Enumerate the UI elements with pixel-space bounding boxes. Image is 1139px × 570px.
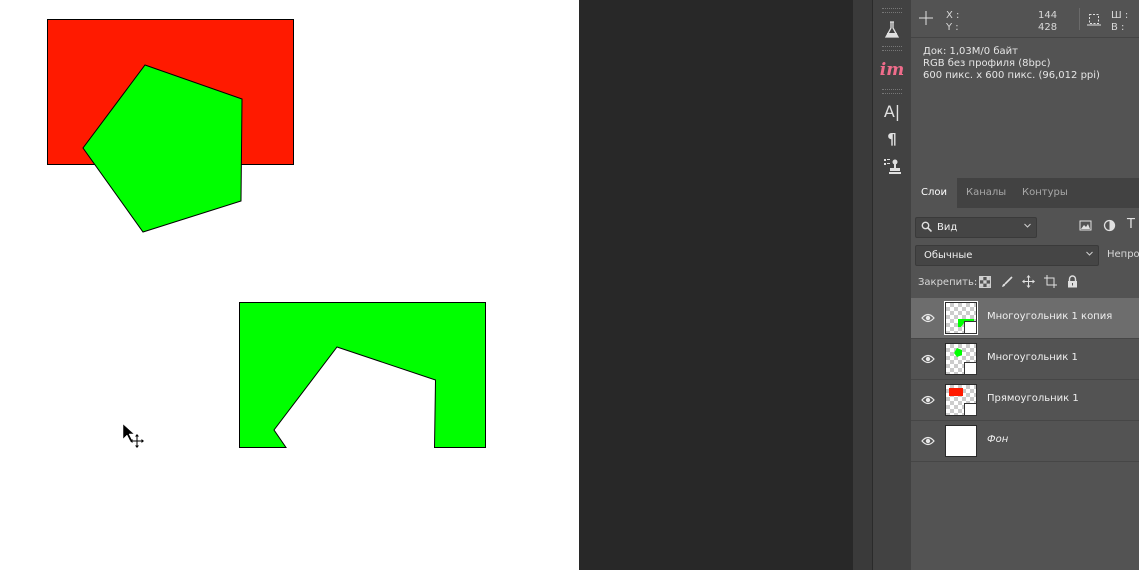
lock-position-move-icon[interactable] [1022,275,1035,291]
image-filter-icon[interactable] [1079,219,1092,235]
smart-object-icon [964,321,977,334]
info-divider [1079,8,1080,30]
crosshair-icon [919,11,933,28]
layers-panel: Слои Каналы Контуры Вид T Обычные Непро … [911,178,1139,570]
y-value: 428 [1038,22,1058,33]
character-panel-label: A| [883,101,901,121]
x-label: X : [946,10,960,21]
doc-dimensions: 600 пикс. x 600 пикс. (96,012 ppi) [923,70,1100,81]
layer-row-rectangle[interactable]: Прямоугольник 1 [911,380,1139,421]
canvas-artwork[interactable] [0,0,579,570]
layer-thumbnail[interactable] [945,384,977,416]
paragraph-panel-label: ¶ [887,130,897,148]
document-canvas[interactable] [0,0,579,570]
im-plugin-icon[interactable]: im [878,59,906,81]
character-panel-icon[interactable]: A| [878,100,906,122]
h-label: В : [1111,22,1125,33]
lock-label: Закрепить: [918,277,978,288]
info-coordinates: X : Y : 144 428 Ш : В : [911,0,1139,38]
panel-grip[interactable] [882,46,902,51]
tab-channels[interactable]: Каналы [956,178,1016,208]
smart-object-icon [964,362,977,375]
opacity-label: Непрозр [1107,249,1139,260]
lock-artboard-icon[interactable] [1044,275,1057,291]
layer-name[interactable]: Многоугольник 1 копия [987,311,1112,322]
pasteboard [579,0,853,570]
blend-mode-select[interactable]: Обычные [915,245,1099,266]
doc-size: Док: 1,03M/0 байт [923,46,1018,57]
layer-filter-value: Вид [937,222,958,233]
lock-transparency-icon[interactable] [979,276,991,291]
x-value: 144 [1038,10,1058,21]
panel-grip[interactable] [882,8,902,13]
paragraph-panel-icon[interactable]: ¶ [878,128,906,150]
visibility-eye-icon[interactable] [921,312,935,324]
layer-thumbnail[interactable] [944,301,978,335]
tab-paths[interactable]: Контуры [1012,178,1078,208]
layer-name[interactable]: Прямоугольник 1 [987,393,1079,404]
layer-thumbnail[interactable] [945,425,977,457]
type-filter-icon[interactable]: T [1127,217,1135,232]
lock-all-icon[interactable] [1067,275,1078,291]
layer-name[interactable]: Фон [987,434,1008,445]
search-icon [921,221,933,235]
chevron-down-icon [1023,221,1032,233]
adjustment-filter-icon[interactable] [1103,219,1116,235]
visibility-eye-icon[interactable] [921,394,935,406]
y-label: Y : [946,22,959,33]
blend-mode-value: Обычные [924,250,973,261]
tab-layers[interactable]: Слои [911,178,957,208]
layer-filter-select[interactable]: Вид [915,217,1037,238]
selection-size-icon [1087,12,1101,29]
visibility-eye-icon[interactable] [921,435,935,447]
layer-row-polygon-copy[interactable]: Многоугольник 1 копия [911,298,1139,339]
layer-row-background[interactable]: Фон [911,421,1139,462]
color-profile: RGB без профиля (8bpc) [923,58,1051,69]
layers-panel-tabs: Слои Каналы Контуры [911,178,1139,208]
smart-object-icon [964,403,977,416]
layer-name[interactable]: Многоугольник 1 [987,352,1078,363]
visibility-eye-icon[interactable] [921,353,935,365]
right-panel-dock: X : Y : 144 428 Ш : В : Док: 1,03M/0 бай… [911,0,1139,570]
panel-divider[interactable] [853,0,872,570]
stamp-icon[interactable] [878,155,906,177]
move-cursor-icon [122,423,144,448]
panel-grip[interactable] [882,89,902,94]
document-info: Док: 1,03M/0 байт RGB без профиля (8bpc)… [923,46,1100,82]
layer-row-polygon[interactable]: Многоугольник 1 [911,339,1139,380]
lock-pixels-brush-icon[interactable] [1001,276,1013,291]
polygon-copy-shape[interactable] [239,302,486,448]
w-label: Ш : [1111,10,1129,21]
layer-thumbnail[interactable] [945,343,977,375]
im-plugin-label: im [879,60,905,80]
collapsed-panel-strip: im A| ¶ [872,0,912,570]
chevron-down-icon [1085,249,1094,261]
info-panel: X : Y : 144 428 Ш : В : Док: 1,03M/0 бай… [911,0,1139,170]
flask-icon[interactable] [878,19,906,41]
